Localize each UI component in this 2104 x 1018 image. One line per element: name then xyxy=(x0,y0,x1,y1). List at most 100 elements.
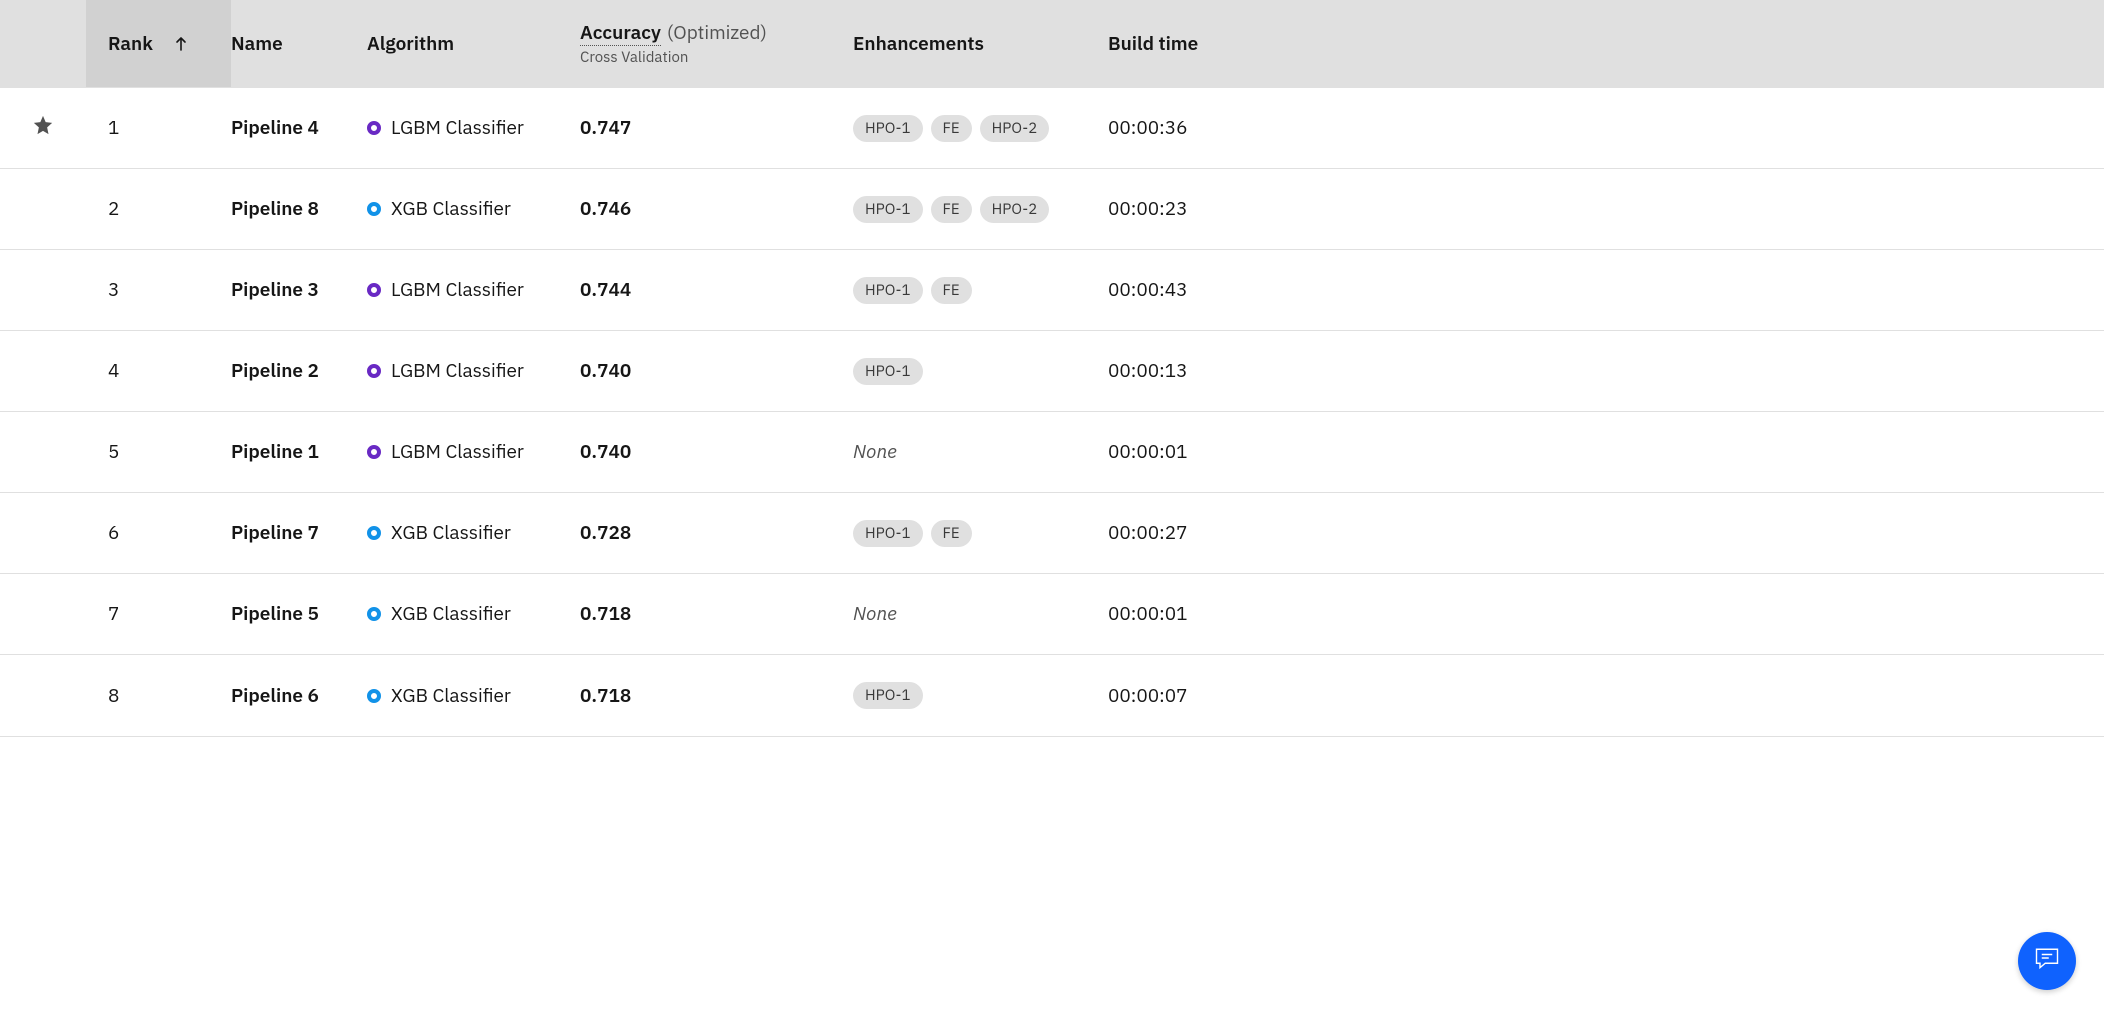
build-time-cell: 00:00:13 xyxy=(1108,359,2104,383)
enhancements-cell: HPO-1 xyxy=(853,358,1108,385)
header-rank[interactable]: Rank xyxy=(86,0,231,87)
algorithm-dot-icon xyxy=(367,526,381,540)
enhancement-tag: FE xyxy=(931,520,972,547)
table-row[interactable]: 7Pipeline 5 XGB Classifier 0.718None 00:00:… xyxy=(0,574,2104,655)
algorithm-label: LGBM Classifier xyxy=(391,116,524,140)
table-row[interactable]: 6Pipeline 7 XGB Classifier 0.728HPO-1 FE 00:… xyxy=(0,493,2104,574)
chat-icon xyxy=(2033,944,2061,978)
algorithm-cell: LGBM Classifier xyxy=(367,116,580,140)
enhancement-tag: HPO-1 xyxy=(853,196,923,223)
algorithm-label: LGBM Classifier xyxy=(391,359,524,383)
star-icon xyxy=(32,114,54,142)
pipeline-name[interactable]: Pipeline 7 xyxy=(231,521,367,545)
enhancement-tag: HPO-1 xyxy=(853,277,923,304)
algorithm-dot-icon xyxy=(367,445,381,459)
enhancement-tag: FE xyxy=(931,115,972,142)
pipeline-name[interactable]: Pipeline 4 xyxy=(231,116,367,140)
accuracy-cell: 0.728 xyxy=(580,521,853,545)
enhancements-cell: None xyxy=(853,602,1108,626)
header-name[interactable]: Name xyxy=(231,32,367,56)
pipeline-name[interactable]: Pipeline 8 xyxy=(231,197,367,221)
rank-cell: 7 xyxy=(86,602,231,626)
enhancement-tag: HPO-1 xyxy=(853,520,923,547)
pipeline-name[interactable]: Pipeline 2 xyxy=(231,359,367,383)
header-enhancements[interactable]: Enhancements xyxy=(853,32,1108,56)
header-rank-label: Rank xyxy=(108,32,153,56)
enhancements-cell: HPO-1FE xyxy=(853,277,1108,304)
enhancement-tag: HPO-1 xyxy=(853,682,923,709)
rank-cell: 5 xyxy=(86,440,231,464)
build-time-cell: 00:00:23 xyxy=(1108,197,2104,221)
algorithm-label: XGB Classifier xyxy=(391,684,511,708)
pipeline-name[interactable]: Pipeline 3 xyxy=(231,278,367,302)
pipeline-name[interactable]: Pipeline 6 xyxy=(231,684,367,708)
rank-cell: 8 xyxy=(86,684,231,708)
algorithm-label: LGBM Classifier xyxy=(391,278,524,302)
algorithm-cell: XGB Classifier xyxy=(367,684,580,708)
algorithm-cell: LGBM Classifier xyxy=(367,359,580,383)
algorithm-dot-icon xyxy=(367,364,381,378)
enhancement-tag: HPO-2 xyxy=(980,115,1050,142)
rank-cell: 4 xyxy=(86,359,231,383)
table-row[interactable]: 2Pipeline 8XGB Classifier0.746HPO-1FEHPO… xyxy=(0,169,2104,250)
enhancement-tag: HPO-1 xyxy=(853,115,923,142)
algorithm-cell: LGBM Classifier xyxy=(367,440,580,464)
algorithm-cell: XGB Classifier xyxy=(367,602,580,626)
header-enhancements-label: Enhancements xyxy=(853,32,984,56)
enhancements-none: None xyxy=(853,602,897,626)
enhancements-cell: HPO-1 FE HPO-2 xyxy=(853,196,1108,223)
enhancement-tag: FE xyxy=(931,196,972,223)
accuracy-cell: 0.746 xyxy=(580,197,853,221)
algorithm-label: XGB Classifier xyxy=(391,602,511,626)
header-name-label: Name xyxy=(231,32,283,56)
build-time-cell: 00:00:01 xyxy=(1108,602,2104,626)
star-cell[interactable] xyxy=(0,114,86,142)
enhancement-tags: HPO-1 FE HPO-2 xyxy=(853,115,1049,142)
enhancement-tags: HPO-1 xyxy=(853,682,923,709)
table-row[interactable]: 1Pipeline 4LGBM Classifier0.747HPO-1FEHP… xyxy=(0,88,2104,169)
header-algorithm[interactable]: Algorithm xyxy=(367,32,580,56)
chat-button[interactable] xyxy=(2018,932,2076,990)
accuracy-cell: 0.740 xyxy=(580,440,853,464)
algorithm-label: XGB Classifier xyxy=(391,197,511,221)
pipeline-name[interactable]: Pipeline 1 xyxy=(231,440,367,464)
build-time-cell: 00:00:36 xyxy=(1108,116,2104,140)
pipeline-name[interactable]: Pipeline 5 xyxy=(231,602,367,626)
header-accuracy-metric: Accuracy xyxy=(580,21,661,46)
rank-cell: 6 xyxy=(86,521,231,545)
table-row[interactable]: 5Pipeline 1 LGBM Classifier 0.740None 00:00… xyxy=(0,412,2104,493)
table-row[interactable]: 4Pipeline 2 LGBM Classifier 0.740HPO-1 00:0… xyxy=(0,331,2104,412)
enhancement-tags: HPO-1 xyxy=(853,358,923,385)
build-time-cell: 00:00:07 xyxy=(1108,684,2104,708)
rank-cell: 2 xyxy=(86,197,231,221)
table-row[interactable]: 3Pipeline 3LGBM Classifier0.744HPO-1FE00… xyxy=(0,250,2104,331)
algorithm-label: LGBM Classifier xyxy=(391,440,524,464)
build-time-cell: 00:00:43 xyxy=(1108,278,2104,302)
pipeline-leaderboard-table: Rank Name Algorithm Accuracy (Optimized)… xyxy=(0,0,2104,737)
enhancement-tag: HPO-2 xyxy=(980,196,1050,223)
sort-asc-icon xyxy=(171,34,191,54)
enhancement-tags: HPO-1 FE HPO-2 xyxy=(853,196,1049,223)
algorithm-cell: XGB Classifier xyxy=(367,197,580,221)
header-algorithm-label: Algorithm xyxy=(367,32,454,56)
accuracy-cell: 0.718 xyxy=(580,602,853,626)
leaderboard-header: Rank Name Algorithm Accuracy (Optimized)… xyxy=(0,0,2104,88)
accuracy-cell: 0.747 xyxy=(580,116,853,140)
enhancement-tag: HPO-1 xyxy=(853,358,923,385)
rank-cell: 1 xyxy=(86,116,231,140)
table-row[interactable]: 8Pipeline 6XGB Classifier0.718HPO-100:00… xyxy=(0,655,2104,736)
enhancements-cell: HPO-1 xyxy=(853,682,1108,709)
algorithm-cell: LGBM Classifier xyxy=(367,278,580,302)
build-time-cell: 00:00:27 xyxy=(1108,521,2104,545)
algorithm-dot-icon xyxy=(367,202,381,216)
header-accuracy[interactable]: Accuracy (Optimized) Cross Validation xyxy=(580,21,853,67)
build-time-cell: 00:00:01 xyxy=(1108,440,2104,464)
accuracy-cell: 0.740 xyxy=(580,359,853,383)
header-build-time[interactable]: Build time xyxy=(1108,32,2104,56)
algorithm-dot-icon xyxy=(367,689,381,703)
header-accuracy-sub: Cross Validation xyxy=(580,48,767,67)
enhancements-none: None xyxy=(853,440,897,464)
leaderboard-rows: 1Pipeline 4LGBM Classifier0.747HPO-1FEHP… xyxy=(0,88,2104,736)
algorithm-label: XGB Classifier xyxy=(391,521,511,545)
algorithm-dot-icon xyxy=(367,121,381,135)
